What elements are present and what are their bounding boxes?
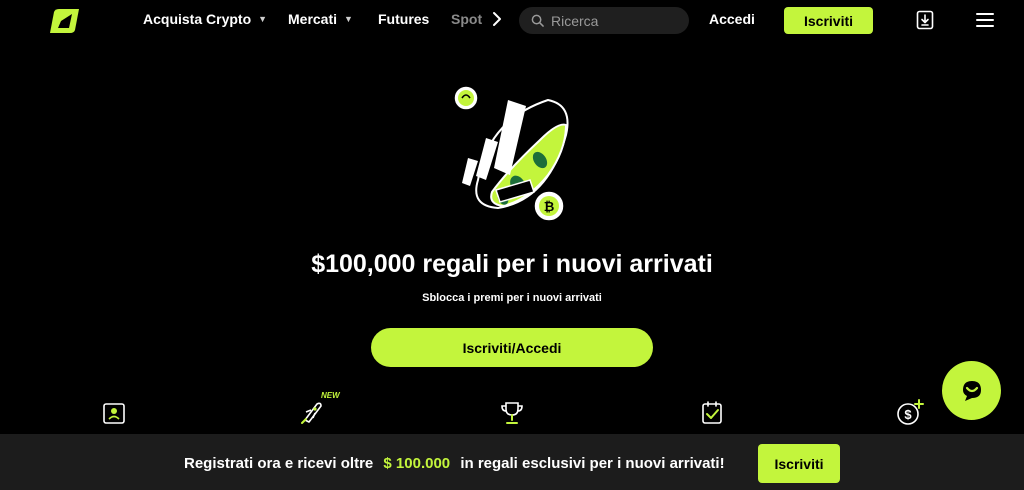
trophy-icon[interactable] bbox=[497, 398, 527, 428]
dollar-plus-icon[interactable]: $ bbox=[895, 398, 925, 428]
search-icon bbox=[531, 14, 544, 27]
chat-button[interactable] bbox=[942, 361, 1001, 420]
hero-subtitle: Sblocca i premi per i nuovi arrivati bbox=[422, 292, 602, 304]
top-header: Acquista Crypto ▼ Mercati ▼ Futures Spot… bbox=[0, 0, 1024, 40]
banner-text-after: in regali esclusivi per i nuovi arrivati… bbox=[460, 455, 725, 472]
search-input[interactable] bbox=[551, 12, 681, 29]
hero-title: $100,000 regali per i nuovi arrivati bbox=[311, 250, 713, 278]
new-badge: NEW bbox=[321, 391, 340, 400]
gift-illustration: ₿ bbox=[453, 85, 569, 222]
signup-login-button[interactable]: Iscriviti/Accedi bbox=[371, 328, 653, 367]
rocket-icon[interactable] bbox=[297, 398, 327, 428]
chevron-down-icon: ▼ bbox=[258, 14, 268, 24]
nav-acquista-crypto-label: Acquista Crypto bbox=[143, 11, 252, 27]
clipboard-check-icon[interactable] bbox=[697, 398, 727, 428]
signup-button[interactable]: Iscriviti bbox=[784, 7, 873, 34]
nav-futures[interactable]: Futures bbox=[378, 11, 429, 27]
login-link[interactable]: Accedi bbox=[709, 11, 755, 27]
id-card-icon[interactable] bbox=[99, 398, 129, 428]
logo[interactable] bbox=[48, 8, 80, 34]
nav-spot-label: Spot bbox=[451, 11, 483, 27]
nav-mercati-label: Mercati bbox=[288, 11, 338, 27]
download-app-icon[interactable] bbox=[916, 10, 934, 30]
chat-icon bbox=[962, 380, 981, 401]
banner-text: Registrati ora e ricevi oltre $ 100.000 … bbox=[184, 455, 725, 472]
banner-amount: $ 100.000 bbox=[383, 455, 451, 472]
chevron-down-icon: ▼ bbox=[344, 14, 353, 24]
nav-mercati[interactable]: Mercati ▼ bbox=[288, 11, 353, 27]
nav-futures-label: Futures bbox=[378, 11, 430, 27]
nav-spot[interactable]: Spot bbox=[451, 11, 482, 27]
hamburger-menu-icon[interactable] bbox=[976, 12, 994, 28]
nav-acquista-crypto[interactable]: Acquista Crypto ▼ bbox=[143, 11, 267, 27]
chevron-right-icon[interactable] bbox=[490, 9, 504, 29]
banner-text-before: Registrati ora e ricevi oltre bbox=[184, 455, 374, 472]
svg-text:₿: ₿ bbox=[544, 199, 555, 214]
search-box[interactable] bbox=[519, 7, 689, 34]
svg-text:$: $ bbox=[904, 407, 912, 422]
signup-banner: Registrati ora e ricevi oltre $ 100.000 … bbox=[0, 434, 1024, 490]
banner-signup-button[interactable]: Iscriviti bbox=[758, 444, 840, 483]
